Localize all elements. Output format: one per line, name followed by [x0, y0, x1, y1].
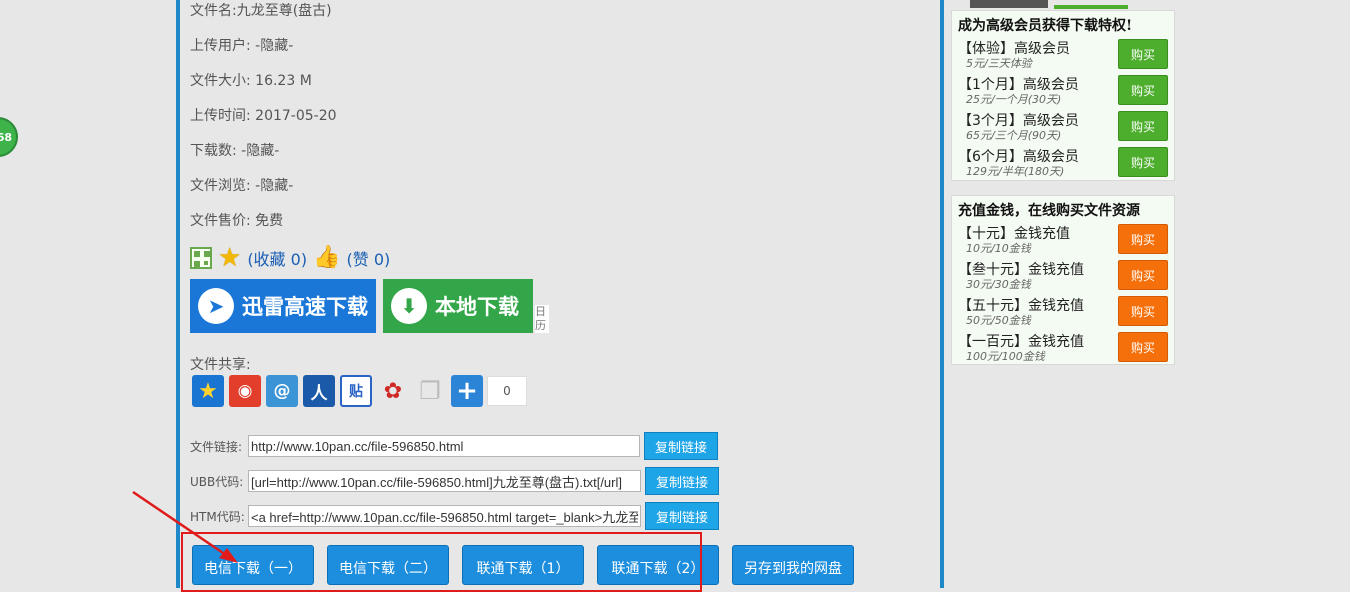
star-icon[interactable]: ★	[218, 245, 241, 271]
qzone-icon[interactable]: ★	[192, 375, 224, 407]
buy-button[interactable]: 购买	[1118, 111, 1168, 141]
xunlei-download-button[interactable]: ➤ 迅雷高速下载	[190, 279, 376, 333]
info-value: -隐藏-	[255, 178, 294, 194]
info-label: 上传用户:	[190, 38, 256, 54]
vip-item-price: 65元/三个月(90天)	[966, 129, 1062, 142]
info-label: 文件浏览:	[190, 178, 256, 194]
info-views: 文件浏览: -隐藏-	[190, 175, 293, 195]
renren-icon[interactable]: 人	[303, 375, 335, 407]
info-price: 文件售价: 免费	[190, 210, 283, 230]
info-filesize: 文件大小: 16.23 M	[190, 70, 312, 90]
vip-item-price: 25元/一个月(30天)	[966, 93, 1062, 106]
annotation-highlight-box	[181, 532, 702, 592]
buy-button[interactable]: 购买	[1118, 75, 1168, 105]
header-button-fragment	[1054, 5, 1128, 9]
buy-button[interactable]: 购买	[1118, 296, 1168, 326]
kaixin-icon[interactable]: ✿	[377, 375, 409, 407]
file-link-row: 文件链接: 复制链接	[190, 432, 718, 460]
buy-button[interactable]: 购买	[1118, 332, 1168, 362]
money-item: 【一百元】金钱充值 100元/100金钱 购买	[952, 330, 1174, 366]
info-label: 上传时间:	[190, 108, 256, 124]
vip-membership-panel: 成为高级会员获得下载特权! 【体验】高级会员 5元/三天体验 购买 【1个月】高…	[951, 10, 1175, 181]
more-share-icon[interactable]: +	[451, 375, 483, 407]
buy-button[interactable]: 购买	[1118, 260, 1168, 290]
local-download-label: 本地下载	[435, 295, 519, 319]
money-item: 【十元】金钱充值 10元/10金钱 购买	[952, 222, 1174, 258]
buy-button[interactable]: 购买	[1118, 147, 1168, 177]
calendar-label: 日历	[535, 305, 549, 333]
tencent-weibo-icon[interactable]: @	[266, 375, 298, 407]
info-label: 下载数:	[190, 143, 242, 159]
save-to-netdisk-button[interactable]: 另存到我的网盘	[732, 545, 854, 585]
info-value: 免费	[255, 213, 284, 229]
info-value: 16.23 M	[255, 73, 312, 89]
copy-ubb-code-button[interactable]: 复制链接	[645, 467, 719, 495]
sina-weibo-icon[interactable]: ◉	[229, 375, 261, 407]
money-item: 【五十元】金钱充值 50元/50金钱 购买	[952, 294, 1174, 330]
baidu-tieba-icon[interactable]: 贴	[340, 375, 372, 407]
ubb-code-row: UBB代码: 复制链接	[190, 467, 719, 495]
info-value: 九龙至尊(盘古)	[236, 3, 332, 19]
vip-item-price: 129元/半年(180天)	[966, 165, 1065, 178]
info-label: 文件售价:	[190, 213, 256, 229]
money-item-price: 30元/30金钱	[966, 278, 1031, 291]
money-item-price: 50元/50金钱	[966, 314, 1031, 327]
htm-code-input[interactable]	[248, 505, 641, 527]
qrcode-icon[interactable]	[190, 247, 212, 269]
info-uploader: 上传用户: -隐藏-	[190, 35, 293, 55]
file-link-input[interactable]	[248, 435, 640, 457]
copy-htm-code-button[interactable]: 复制链接	[645, 502, 719, 530]
info-value: 2017-05-20	[255, 108, 337, 124]
like-link[interactable]: (赞 0)	[346, 246, 390, 270]
money-item-price: 10元/10金钱	[966, 242, 1031, 255]
info-label: 文件名:	[190, 3, 237, 19]
vip-item: 【3个月】高级会员 65元/三个月(90天) 购买	[952, 109, 1174, 145]
file-link-label: 文件链接:	[190, 439, 243, 454]
vip-item-price: 5元/三天体验	[966, 57, 1032, 70]
money-item-price: 100元/100金钱	[966, 350, 1045, 363]
money-recharge-panel: 充值金钱，在线购买文件资源 【十元】金钱充值 10元/10金钱 购买 【叁十元】…	[951, 195, 1175, 365]
collect-link[interactable]: (收藏 0)	[247, 246, 307, 270]
info-value: -隐藏-	[255, 38, 294, 54]
floating-counter-badge[interactable]: 68	[0, 117, 18, 157]
buy-button[interactable]: 购买	[1118, 39, 1168, 69]
htm-code-label: HTM代码:	[190, 509, 245, 524]
favorites-row: ★ (收藏 0) 👍 (赞 0)	[190, 245, 390, 271]
buy-button[interactable]: 购买	[1118, 224, 1168, 254]
vip-item: 【体验】高级会员 5元/三天体验 购买	[952, 37, 1174, 73]
header-image-fragment	[970, 0, 1048, 8]
info-label: 文件大小:	[190, 73, 256, 89]
download-arrow-icon: ⬇	[391, 288, 427, 324]
info-upload-time: 上传时间: 2017-05-20	[190, 105, 337, 125]
xunlei-bird-icon: ➤	[198, 288, 234, 324]
vip-item: 【6个月】高级会员 129元/半年(180天) 购买	[952, 145, 1174, 181]
info-filename: 文件名:九龙至尊(盘古)	[190, 0, 332, 20]
share-title: 文件共享:	[190, 357, 251, 373]
htm-code-row: HTM代码: 复制链接	[190, 502, 719, 530]
thumbs-up-icon[interactable]: 👍	[313, 247, 340, 269]
ubb-code-input[interactable]	[248, 470, 641, 492]
xunlei-download-label: 迅雷高速下载	[242, 295, 368, 319]
file-detail-panel: 文件名:九龙至尊(盘古) 上传用户: -隐藏- 文件大小: 16.23 M 上传…	[176, 0, 944, 588]
info-value: -隐藏-	[241, 143, 280, 159]
copy-icon[interactable]: ❐	[414, 375, 446, 407]
share-icons-row: ★ ◉ @ 人 贴 ✿ ❐ + 0	[192, 375, 527, 407]
money-panel-title: 充值金钱，在线购买文件资源	[958, 203, 1140, 219]
local-download-button[interactable]: ⬇ 本地下载	[383, 279, 533, 333]
info-downloads: 下载数: -隐藏-	[190, 140, 279, 160]
money-item: 【叁十元】金钱充值 30元/30金钱 购买	[952, 258, 1174, 294]
share-count: 0	[487, 376, 527, 406]
ubb-code-label: UBB代码:	[190, 474, 244, 489]
copy-file-link-button[interactable]: 复制链接	[644, 432, 718, 460]
vip-item: 【1个月】高级会员 25元/一个月(30天) 购买	[952, 73, 1174, 109]
vip-panel-title: 成为高级会员获得下载特权!	[958, 18, 1133, 34]
